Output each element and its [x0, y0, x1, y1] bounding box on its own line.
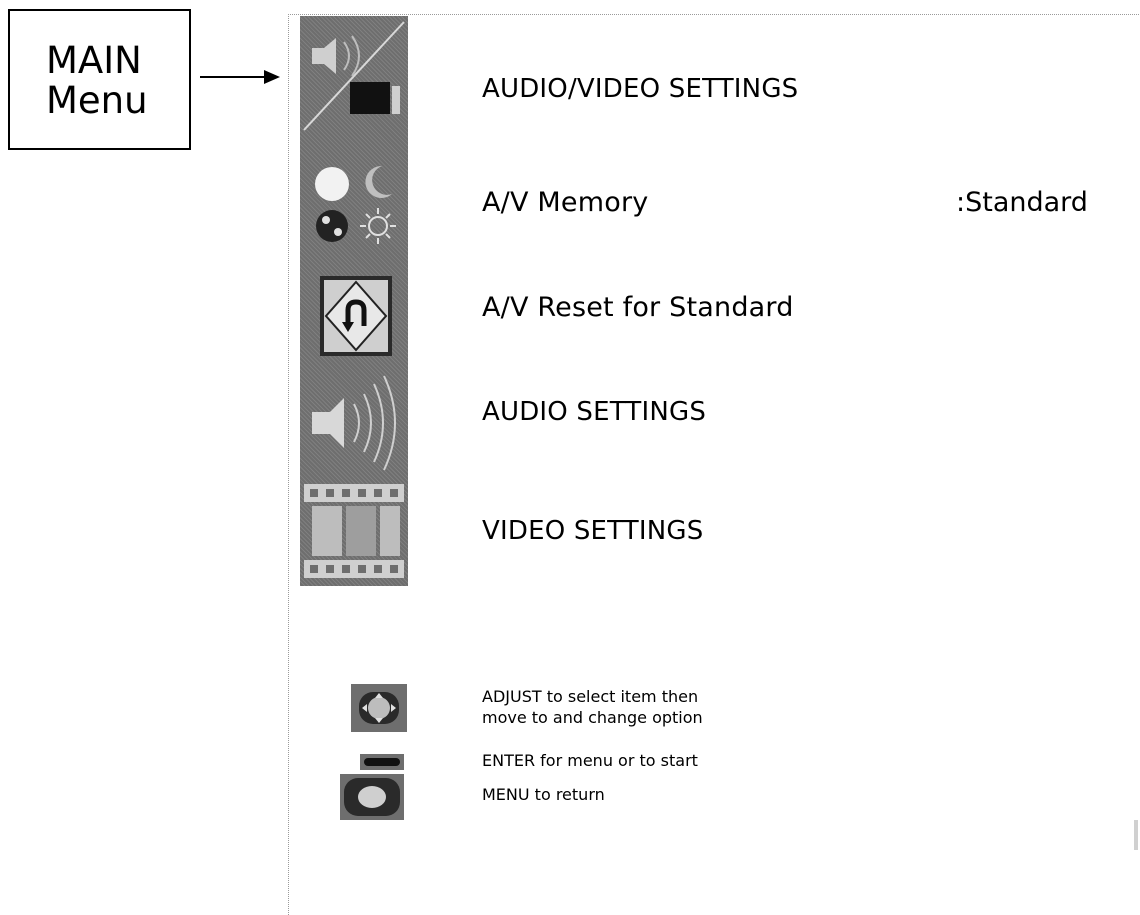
help-adjust-line2: move to and change option — [482, 708, 703, 727]
main-menu-label-line2: Menu — [46, 79, 148, 122]
menu-item-av-memory[interactable]: A/V Memory — [482, 187, 648, 218]
reset-icon[interactable] — [300, 264, 408, 368]
arrow-right-icon — [200, 70, 280, 84]
enter-button-icon — [360, 754, 404, 770]
av-memory-value[interactable]: :Standard — [956, 187, 1088, 218]
help-menu: MENU to return — [482, 785, 605, 804]
adjust-button-icon — [351, 684, 407, 732]
menu-item-av-reset[interactable]: A/V Reset for Standard — [482, 292, 794, 323]
menu-item-audio-settings[interactable]: AUDIO SETTINGS — [482, 397, 706, 427]
main-menu-label-line1: MAIN — [46, 39, 142, 82]
memory-icon[interactable] — [300, 134, 408, 264]
main-menu-label-box: MAIN Menu — [8, 9, 191, 150]
speaker-icon[interactable] — [300, 368, 408, 476]
screen-frame — [288, 14, 1140, 915]
film-icon[interactable] — [300, 476, 408, 586]
menu-icon-strip — [300, 16, 408, 586]
audio-video-icon[interactable] — [300, 18, 408, 134]
help-adjust-line1: ADJUST to select item then — [482, 687, 699, 706]
edge-mark — [1134, 820, 1138, 850]
menu-item-video-settings[interactable]: VIDEO SETTINGS — [482, 516, 703, 546]
help-enter: ENTER for menu or to start — [482, 751, 698, 770]
menu-button-icon — [340, 774, 404, 820]
menu-item-audio-video-settings[interactable]: AUDIO/VIDEO SETTINGS — [482, 74, 798, 104]
